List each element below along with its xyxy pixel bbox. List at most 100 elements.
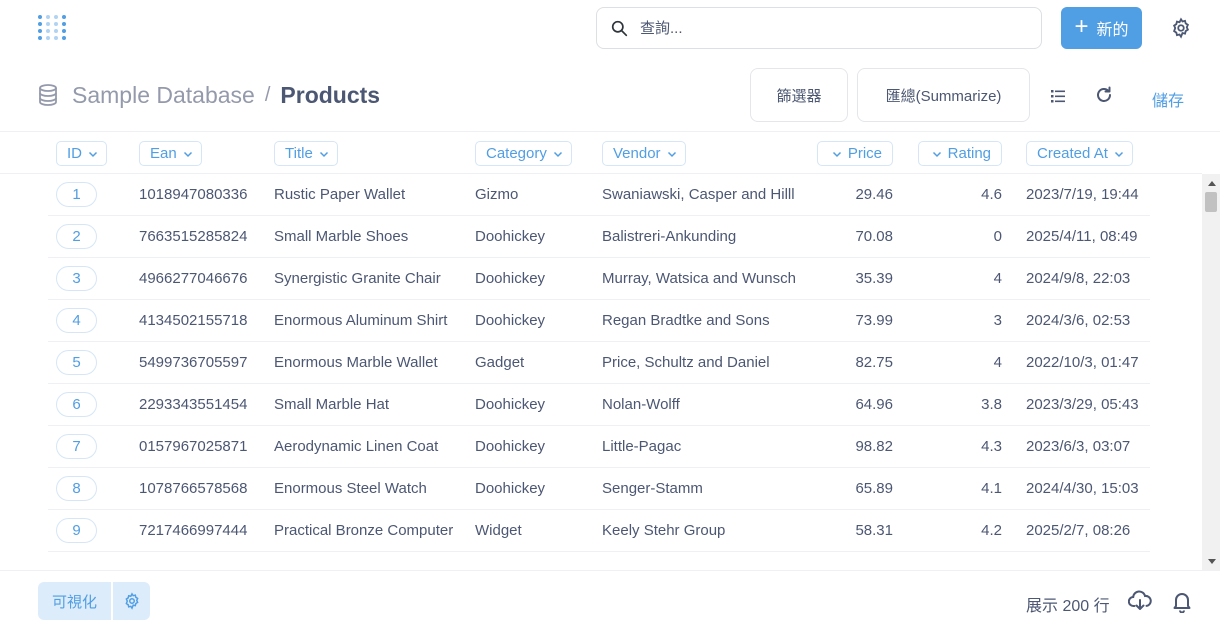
notebook-editor-icon[interactable] xyxy=(1048,86,1068,106)
cell-created-at[interactable]: 2024/4/30, 15:03 xyxy=(1026,480,1139,497)
row-id-pill[interactable]: 4 xyxy=(56,308,97,333)
row-id-pill[interactable]: 7 xyxy=(56,434,97,459)
download-cloud-icon[interactable] xyxy=(1128,590,1152,612)
column-header-id[interactable]: ID xyxy=(56,141,107,166)
settings-gear-icon[interactable] xyxy=(1170,17,1192,39)
table-row[interactable]: 2 7663515285824 Small Marble Shoes Doohicke… xyxy=(0,216,1202,258)
cell-created-at[interactable]: 2024/3/6, 02:53 xyxy=(1026,312,1130,329)
cell-price[interactable]: 65.89 xyxy=(855,480,893,497)
cell-vendor[interactable]: Price, Schultz and Daniel xyxy=(602,354,770,371)
cell-category[interactable]: Doohickey xyxy=(475,480,545,497)
table-row[interactable]: 8 1078766578568 Enormous Steel Watch Doohic… xyxy=(0,468,1202,510)
page-title[interactable]: Products xyxy=(280,82,380,109)
cell-category[interactable]: Doohickey xyxy=(475,312,545,329)
cell-ean[interactable]: 7663515285824 xyxy=(139,228,247,245)
summarize-button[interactable]: 匯總(Summarize) xyxy=(857,68,1030,122)
cell-title[interactable]: Synergistic Granite Chair xyxy=(274,270,441,287)
row-id-pill[interactable]: 9 xyxy=(56,518,97,543)
column-header-price[interactable]: Price xyxy=(817,141,893,166)
scroll-thumb[interactable] xyxy=(1205,192,1217,212)
table-row[interactable]: 6 2293343551454 Small Marble Hat Doohickey N… xyxy=(0,384,1202,426)
cell-created-at[interactable]: 2023/6/3, 03:07 xyxy=(1026,438,1130,455)
cell-created-at[interactable]: 2022/10/3, 01:47 xyxy=(1026,354,1139,371)
column-header-ean[interactable]: Ean xyxy=(139,141,202,166)
cell-ean[interactable]: 4966277046676 xyxy=(139,270,247,287)
cell-vendor[interactable]: Nolan-Wolff xyxy=(602,396,680,413)
visualize-button[interactable]: 可視化 xyxy=(38,582,111,620)
cell-ean[interactable]: 2293343551454 xyxy=(139,396,247,413)
cell-title[interactable]: Aerodynamic Linen Coat xyxy=(274,438,438,455)
cell-ean[interactable]: 1018947080336 xyxy=(139,186,247,203)
cell-price[interactable]: 29.46 xyxy=(855,186,893,203)
cell-price[interactable]: 98.82 xyxy=(855,438,893,455)
column-header-vendor[interactable]: Vendor xyxy=(602,141,686,166)
cell-created-at[interactable]: 2024/9/8, 22:03 xyxy=(1026,270,1130,287)
row-id-pill[interactable]: 5 xyxy=(56,350,97,375)
cell-rating[interactable]: 4 xyxy=(994,270,1002,287)
table-row[interactable]: 5 5499736705597 Enormous Marble Wallet Gadg… xyxy=(0,342,1202,384)
cell-vendor[interactable]: Balistreri-Ankunding xyxy=(602,228,736,245)
column-header-rating[interactable]: Rating xyxy=(918,141,1002,166)
cell-category[interactable]: Gizmo xyxy=(475,186,518,203)
new-button[interactable]: + 新的 xyxy=(1061,7,1142,49)
cell-vendor[interactable]: Murray, Watsica and Wunsch xyxy=(602,270,796,287)
cell-created-at[interactable]: 2023/3/29, 05:43 xyxy=(1026,396,1139,413)
table-scrollbar[interactable] xyxy=(1202,174,1220,570)
row-id-pill[interactable]: 8 xyxy=(56,476,97,501)
bell-alert-icon[interactable] xyxy=(1172,591,1192,613)
cell-title[interactable]: Enormous Aluminum Shirt xyxy=(274,312,447,329)
cell-created-at[interactable]: 2025/2/7, 08:26 xyxy=(1026,522,1130,539)
cell-title[interactable]: Enormous Marble Wallet xyxy=(274,354,438,371)
column-header-category[interactable]: Category xyxy=(475,141,572,166)
scroll-up-arrow-icon[interactable] xyxy=(1208,181,1216,186)
cell-vendor[interactable]: Regan Bradtke and Sons xyxy=(602,312,770,329)
table-row[interactable]: 9 7217466997444 Practical Bronze Computer W… xyxy=(0,510,1202,552)
refresh-icon[interactable] xyxy=(1094,85,1114,105)
cell-title[interactable]: Rustic Paper Wallet xyxy=(274,186,405,203)
cell-price[interactable]: 82.75 xyxy=(855,354,893,371)
save-button[interactable]: 儲存 xyxy=(1152,87,1184,111)
row-id-pill[interactable]: 1 xyxy=(56,182,97,207)
row-id-pill[interactable]: 2 xyxy=(56,224,97,249)
cell-created-at[interactable]: 2025/4/11, 08:49 xyxy=(1026,228,1138,245)
cell-price[interactable]: 70.08 xyxy=(855,228,893,245)
cell-rating[interactable]: 4 xyxy=(994,354,1002,371)
cell-vendor[interactable]: Senger-Stamm xyxy=(602,480,703,497)
cell-rating[interactable]: 4.2 xyxy=(981,522,1002,539)
cell-title[interactable]: Enormous Steel Watch xyxy=(274,480,427,497)
row-id-pill[interactable]: 6 xyxy=(56,392,97,417)
cell-rating[interactable]: 4.3 xyxy=(981,438,1002,455)
cell-rating[interactable]: 3 xyxy=(994,312,1002,329)
filter-button[interactable]: 篩選器 xyxy=(750,68,848,122)
cell-category[interactable]: Doohickey xyxy=(475,270,545,287)
cell-ean[interactable]: 7217466997444 xyxy=(139,522,247,539)
cell-vendor[interactable]: Keely Stehr Group xyxy=(602,522,725,539)
cell-ean[interactable]: 4134502155718 xyxy=(139,312,247,329)
row-id-pill[interactable]: 3 xyxy=(56,266,97,291)
cell-category[interactable]: Doohickey xyxy=(475,438,545,455)
table-row[interactable]: 4 4134502155718 Enormous Aluminum Shirt Doo… xyxy=(0,300,1202,342)
scroll-down-arrow-icon[interactable] xyxy=(1208,559,1216,564)
cell-ean[interactable]: 0157967025871 xyxy=(139,438,247,455)
search-input[interactable] xyxy=(640,19,1020,37)
cell-ean[interactable]: 1078766578568 xyxy=(139,480,247,497)
cell-category[interactable]: Gadget xyxy=(475,354,524,371)
metabase-logo-icon[interactable] xyxy=(36,13,68,45)
cell-created-at[interactable]: 2023/7/19, 19:44 xyxy=(1026,186,1139,203)
cell-ean[interactable]: 5499736705597 xyxy=(139,354,247,371)
table-row[interactable]: 1 1018947080336 Rustic Paper Wallet Gizmo Sw… xyxy=(0,174,1202,216)
cell-rating[interactable]: 4.1 xyxy=(981,480,1002,497)
cell-title[interactable]: Practical Bronze Computer xyxy=(274,522,453,539)
cell-price[interactable]: 64.96 xyxy=(855,396,893,413)
cell-category[interactable]: Doohickey xyxy=(475,396,545,413)
cell-title[interactable]: Small Marble Shoes xyxy=(274,228,408,245)
cell-price[interactable]: 35.39 xyxy=(855,270,893,287)
cell-price[interactable]: 73.99 xyxy=(855,312,893,329)
cell-rating[interactable]: 4.6 xyxy=(981,186,1002,203)
breadcrumb-database[interactable]: Sample Database xyxy=(72,82,255,109)
cell-title[interactable]: Small Marble Hat xyxy=(274,396,389,413)
table-row[interactable]: 7 0157967025871 Aerodynamic Linen Coat Dooh… xyxy=(0,426,1202,468)
cell-rating[interactable]: 3.8 xyxy=(981,396,1002,413)
cell-price[interactable]: 58.31 xyxy=(855,522,893,539)
search-bar[interactable] xyxy=(596,7,1042,49)
